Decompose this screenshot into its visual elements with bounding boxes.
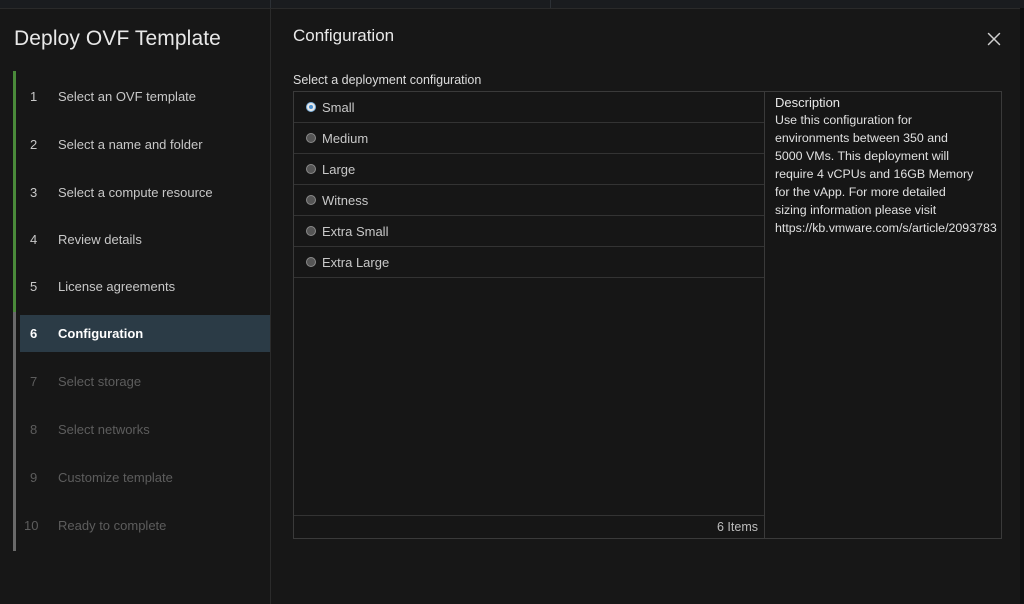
radio-selected-icon[interactable] — [306, 102, 316, 112]
step-select-ovf-template[interactable]: 1 Select an OVF template — [20, 78, 270, 114]
step-label: Customize template — [58, 469, 173, 485]
step-ready-to-complete: 10 Ready to complete — [20, 507, 270, 543]
step-select-networks: 8 Select networks — [20, 411, 270, 447]
step-number: 8 — [30, 421, 38, 437]
step-number: 7 — [30, 373, 38, 389]
deployment-configuration-grid: Small Medium Large Witness Extra Small E… — [293, 91, 1002, 539]
description-title: Description — [775, 95, 841, 110]
description-text: Use this configuration for environments … — [775, 111, 1001, 237]
option-extra-large[interactable]: Extra Large — [294, 247, 764, 278]
background-edge — [1020, 8, 1024, 603]
step-select-storage: 7 Select storage — [20, 363, 270, 399]
wizard-steps: 1 Select an OVF template 2 Select a name… — [13, 71, 270, 551]
background-segment — [270, 0, 551, 8]
step-label: Select an OVF template — [58, 88, 197, 104]
step-review-details[interactable]: 4 Review details — [20, 221, 270, 257]
step-number: 5 — [30, 278, 38, 294]
option-medium[interactable]: Medium — [294, 123, 764, 154]
radio-icon[interactable] — [306, 195, 316, 205]
step-customize-template: 9 Customize template — [20, 459, 270, 495]
step-rail-completed — [13, 71, 16, 312]
item-count: 6 Items — [717, 520, 758, 534]
wizard-sidebar: Deploy OVF Template 1 Select an OVF temp… — [0, 9, 271, 604]
option-label: Small — [322, 99, 355, 115]
option-label: Witness — [322, 192, 369, 208]
step-select-compute-resource[interactable]: 3 Select a compute resource — [20, 174, 270, 210]
description-line: sizing information please visit — [775, 203, 937, 217]
radio-icon[interactable] — [306, 164, 316, 174]
wizard-title: Deploy OVF Template — [14, 27, 221, 50]
close-icon — [987, 32, 1001, 46]
step-number: 4 — [30, 231, 38, 247]
page-title: Configuration — [293, 26, 395, 45]
step-label: Select a compute resource — [58, 184, 213, 200]
step-configuration[interactable]: 6 Configuration — [20, 315, 270, 352]
step-number: 3 — [30, 184, 38, 200]
step-license-agreements[interactable]: 5 License agreements — [20, 268, 270, 304]
step-number: 1 — [30, 88, 38, 104]
configuration-options-list: Small Medium Large Witness Extra Small E… — [294, 92, 765, 538]
step-select-name-folder[interactable]: 2 Select a name and folder — [20, 126, 270, 162]
step-label: License agreements — [58, 278, 176, 294]
step-label: Ready to complete — [58, 517, 167, 533]
option-extra-small[interactable]: Extra Small — [294, 216, 764, 247]
background-segment — [0, 0, 271, 8]
deploy-ovf-dialog: Deploy OVF Template 1 Select an OVF temp… — [0, 8, 1020, 604]
step-label: Configuration — [58, 326, 144, 341]
close-button[interactable] — [984, 29, 1004, 49]
step-label: Select networks — [58, 421, 150, 437]
option-label: Extra Large — [322, 254, 390, 270]
description-line: require 4 vCPUs and 16GB Memory — [775, 167, 974, 181]
description-line: environments between 350 and — [775, 131, 948, 145]
grid-footer: 6 Items — [294, 515, 764, 538]
step-number: 6 — [30, 326, 38, 341]
description-line: Use this configuration for — [775, 113, 913, 127]
radio-icon[interactable] — [306, 133, 316, 143]
section-label: Select a deployment configuration — [293, 73, 482, 87]
option-large[interactable]: Large — [294, 154, 764, 185]
background-segment — [550, 0, 1024, 8]
step-number: 9 — [30, 469, 38, 485]
option-label: Extra Small — [322, 223, 389, 239]
radio-icon[interactable] — [306, 226, 316, 236]
description-line: 5000 VMs. This deployment will — [775, 149, 950, 163]
description-line: for the vApp. For more detailed — [775, 185, 946, 199]
description-panel: Description Use this configuration for e… — [775, 94, 1001, 534]
step-label: Select storage — [58, 373, 142, 389]
option-label: Medium — [322, 130, 369, 146]
step-number: 10 — [24, 517, 39, 533]
option-witness[interactable]: Witness — [294, 185, 764, 216]
step-number: 2 — [30, 136, 38, 152]
description-line: https://kb.vmware.com/s/article/2093783 — [775, 221, 997, 235]
radio-icon[interactable] — [306, 257, 316, 267]
step-label: Select a name and folder — [58, 136, 203, 152]
background-app-strip — [0, 0, 1024, 8]
option-label: Large — [322, 161, 356, 177]
option-small[interactable]: Small — [294, 92, 764, 123]
step-label: Review details — [58, 231, 142, 247]
